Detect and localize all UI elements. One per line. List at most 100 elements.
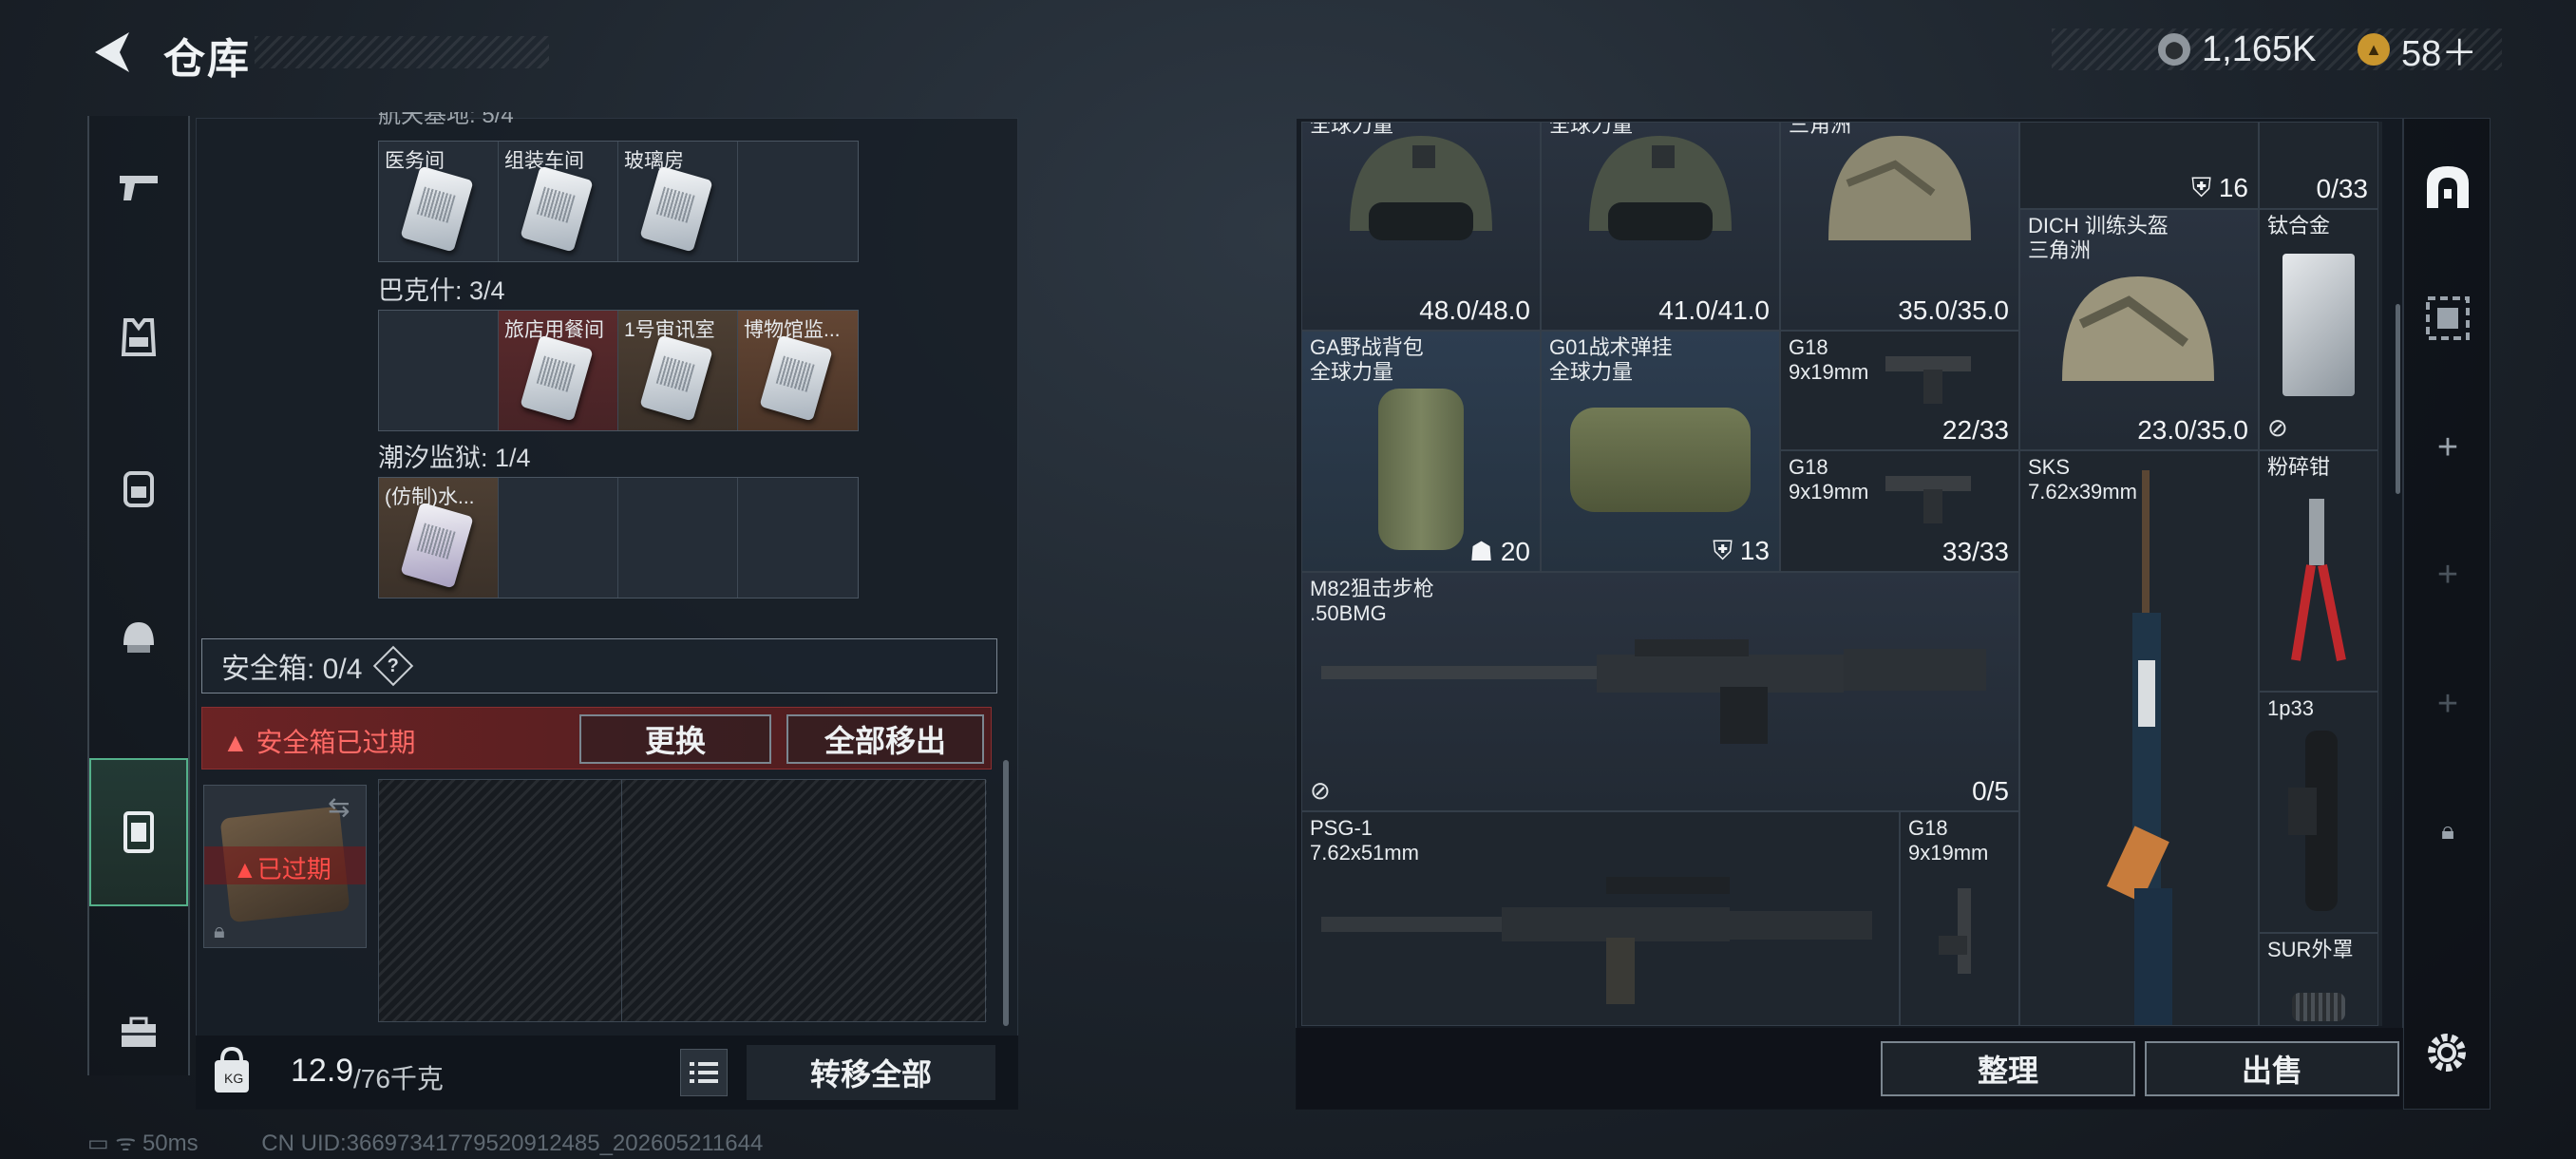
gear-icon (2428, 1034, 2466, 1072)
helmet-image (1350, 136, 1492, 240)
vest-icon: ⛨ (1713, 536, 1740, 565)
keycard-row-3: (仿制)水... (378, 477, 859, 598)
helmet-item[interactable]: 三角洲 35.0/35.0 (1780, 122, 2019, 331)
rail-vest[interactable] (89, 266, 188, 408)
pliers-item[interactable]: 粉碎钳 (2259, 450, 2378, 692)
duffel-image (1570, 408, 1751, 512)
chest-rig-item[interactable]: ⛨ 16 (2019, 122, 2259, 209)
stash-page-main[interactable] (2404, 130, 2491, 244)
gold-value: 58＋ (2401, 33, 2478, 74)
sur-cover-item[interactable]: SUR外罩 (2259, 933, 2378, 1026)
stash-grid: 全球力量 48.0/48.0 全球力量 41.0/41.0 三角洲 35.0/3… (1301, 122, 2382, 1026)
group-label-bakshi: 巴克什: 3/4 (378, 276, 505, 305)
dashed-box-icon (2426, 296, 2470, 340)
list-view-button[interactable] (680, 1049, 728, 1096)
safe-slot[interactable] (379, 780, 622, 1021)
psg1-rifle-item[interactable]: PSG-1 7.62x51mm (1301, 811, 1900, 1026)
empty-slot[interactable] (379, 311, 499, 430)
pliers-image (2291, 499, 2346, 661)
swap-icon: ⇆ (328, 792, 350, 822)
capacity-label: ⛨ 13 (1713, 536, 1770, 565)
safe-box-header: 安全箱: 0/4 ? (201, 638, 997, 694)
locked-page[interactable]: 🔒︎ (2404, 774, 2491, 888)
keycard-slot[interactable]: 1号审讯室 (618, 311, 738, 430)
partial-group-label: 航天基地: 5/4 (378, 112, 514, 127)
helmet-icon (123, 622, 154, 653)
plus-icon: + (2436, 683, 2459, 724)
rail-toolbox[interactable] (89, 961, 188, 1104)
add-page-button[interactable]: + (2404, 647, 2491, 761)
backpack-icon: ☗ (1468, 537, 1501, 566)
warning-icon: ▲ (222, 728, 256, 757)
m82-sniper-item[interactable]: M82狙击步枪 .50BMG ⊘ 0/5 (1301, 572, 2019, 811)
gun-icon (120, 176, 158, 200)
keycard-slot[interactable]: 旅店用餐间 (499, 311, 618, 430)
scope-image (2288, 731, 2338, 911)
safe-case-grid (378, 779, 987, 1022)
help-icon[interactable]: ? (373, 645, 414, 687)
transfer-all-button[interactable]: 转移全部 (747, 1045, 995, 1100)
sniper-rifle-image (1321, 639, 1986, 744)
scope-item[interactable]: 1p33 (2259, 692, 2378, 933)
helmet-item[interactable]: 全球力量 48.0/48.0 (1301, 122, 1541, 331)
sks-rifle-item[interactable]: SKS 7.62x39mm (2019, 450, 2259, 1026)
empty-slot[interactable] (738, 478, 858, 598)
rail-weapons[interactable] (89, 116, 188, 258)
g18-pistol-item[interactable]: G18 9x19mm 22/33 (1780, 331, 2019, 450)
rifle-image (1321, 877, 1872, 1004)
move-all-out-button[interactable]: 全部移出 (786, 714, 984, 764)
safe-slot[interactable] (622, 780, 987, 1021)
empty-slot[interactable] (618, 478, 738, 598)
list-icon (690, 1062, 718, 1083)
empty-slot[interactable] (499, 478, 618, 598)
ga-backpack-item[interactable]: GA野战背包 全球力量 ☗ 20 (1301, 331, 1541, 572)
safe-case-slot[interactable]: ▲已过期 ⇆ 🔒︎ (203, 785, 367, 948)
item-slot[interactable]: 0/33 (2259, 122, 2378, 209)
stash-page-rail: + + + 🔒︎ (2403, 118, 2491, 1110)
rifle-image (2106, 470, 2172, 1025)
silver-value: 1,165K (2202, 28, 2317, 69)
back-arrow-icon (95, 32, 129, 72)
keycard-slot[interactable]: 组装车间 (499, 142, 618, 261)
lock-icon: 🔒︎ (2441, 816, 2454, 845)
silver-currency[interactable]: ⬤ 1,165K (2158, 28, 2316, 70)
replace-button[interactable]: 更换 (579, 714, 771, 764)
back-button[interactable] (89, 27, 133, 78)
scrollbar[interactable] (1003, 760, 1009, 1026)
toolbox-icon (122, 1016, 156, 1047)
plus-icon: + (2436, 554, 2459, 595)
cover-image (2292, 993, 2345, 1021)
battery-icon: ▭ (87, 1130, 116, 1156)
empty-slot[interactable] (738, 142, 858, 261)
add-page-button[interactable]: + (2404, 390, 2491, 504)
vest-icon: ⛨ (2191, 173, 2219, 202)
keycard-slot[interactable]: 玻璃房 (618, 142, 738, 261)
backpack-image (1378, 389, 1464, 550)
sort-button[interactable]: 整理 (1881, 1041, 2135, 1096)
keycard-row-2: 旅店用餐间 1号审讯室 博物馆监... (378, 310, 859, 431)
scrollbar[interactable] (2396, 304, 2400, 494)
sell-button[interactable]: 出售 (2145, 1041, 2399, 1096)
weight-max: /76千克 (353, 1064, 444, 1093)
rail-keycard-case[interactable] (89, 758, 188, 906)
gold-currency[interactable]: ▲ 58＋ (2358, 28, 2477, 74)
add-page-button[interactable]: + (2404, 518, 2491, 632)
settings-button[interactable] (2420, 1026, 2473, 1079)
keycard-slot[interactable]: 医务间 (379, 142, 499, 261)
g01-rig-item[interactable]: G01战术弹挂 全球力量 ⛨ 13 (1541, 331, 1780, 572)
rail-helmet[interactable] (89, 566, 188, 709)
rail-backpack[interactable] (89, 416, 188, 559)
stash-page-2[interactable] (2404, 261, 2491, 375)
capacity-label: ⛨ 16 (2191, 173, 2248, 202)
dich-helmet-item[interactable]: DICH 训练头盔 三角洲 23.0/35.0 (2019, 209, 2259, 450)
keycard-slot[interactable]: 博物馆监... (738, 311, 858, 430)
ping-label: 50ms (142, 1130, 199, 1156)
keycard-slot[interactable]: (仿制)水... (379, 478, 499, 598)
titanium-item[interactable]: 钛合金 ⊘ (2259, 209, 2378, 450)
category-rail (87, 116, 190, 1075)
helmet-image (1828, 136, 1971, 240)
helmet-item[interactable]: 全球力量 41.0/41.0 (1541, 122, 1780, 331)
titanium-image (2282, 254, 2355, 396)
g18-pistol-item[interactable]: G18 9x19mm (1900, 811, 2019, 1026)
g18-pistol-item[interactable]: G18 9x19mm 33/33 (1780, 450, 2019, 572)
